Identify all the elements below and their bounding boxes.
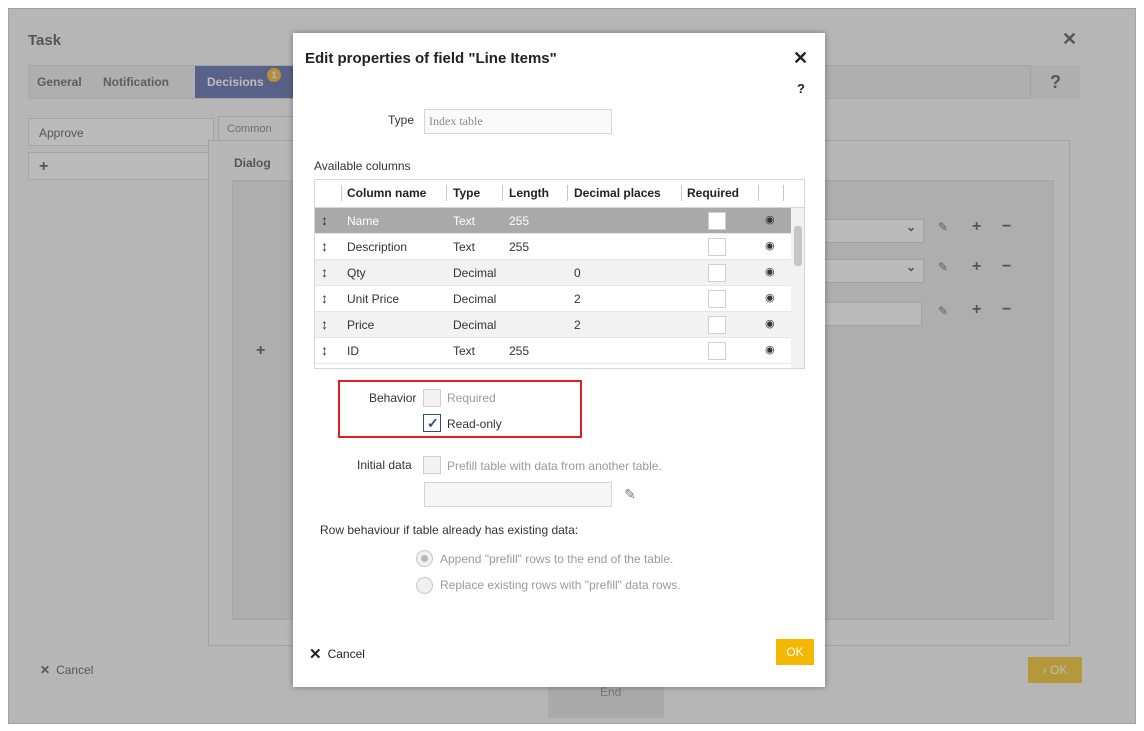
eye-icon[interactable]: ◉ [765, 213, 775, 226]
scrollbar-thumb[interactable] [794, 226, 802, 266]
cell-name: Unit Price [347, 292, 400, 306]
cell-name: Name [347, 214, 380, 228]
pencil-icon[interactable]: ✎ [619, 482, 641, 506]
append-option-label: Append "prefill" rows to the end of the … [440, 552, 674, 566]
required-checkbox[interactable] [708, 264, 726, 282]
modal-title: Edit properties of field "Line Items" [305, 50, 557, 67]
table-row[interactable]: ↕ Name Text 255 ◉ [315, 208, 791, 234]
header-type: Type [453, 186, 481, 200]
table-row[interactable]: ↕ ID Text 255 ◉ [315, 338, 791, 364]
eye-icon[interactable]: ◉ [765, 343, 775, 356]
header-decimal-places: Decimal places [574, 186, 661, 200]
grid-scrollbar[interactable] [791, 208, 804, 368]
drag-handle-icon[interactable]: ↕ [321, 238, 328, 254]
cell-type: Text [453, 240, 476, 254]
close-icon[interactable]: ✕ [793, 48, 808, 69]
required-checkbox[interactable] [708, 212, 726, 230]
required-checkbox[interactable] [708, 342, 726, 360]
cell-type: Text [453, 214, 476, 228]
cell-length: 255 [509, 344, 530, 358]
prefill-source-input[interactable] [424, 482, 612, 507]
readonly-option-label: Read-only [447, 417, 502, 431]
cell-type: Decimal [453, 318, 497, 332]
drag-handle-icon[interactable]: ↕ [321, 342, 328, 358]
required-option-label: Required [447, 391, 496, 405]
table-row[interactable]: ↕ Qty Decimal 0 ◉ [315, 260, 791, 286]
row-behaviour-label: Row behaviour if table already has exist… [320, 523, 579, 537]
cell-decimal: 2 [574, 318, 581, 332]
header-column-name: Column name [347, 186, 427, 200]
cell-decimal: 0 [574, 266, 581, 280]
cell-name: Description [347, 240, 408, 254]
replace-option-label: Replace existing rows with "prefill" dat… [440, 578, 681, 592]
required-checkbox[interactable] [708, 316, 726, 334]
help-icon[interactable]: ? [797, 81, 805, 96]
cell-length: 255 [509, 240, 530, 254]
grid-header: Column name Type Length Decimal places R… [315, 180, 804, 208]
ok-button[interactable]: OK [776, 639, 814, 665]
cell-decimal: 2 [574, 292, 581, 306]
available-columns-label: Available columns [314, 159, 411, 173]
drag-handle-icon[interactable]: ↕ [321, 316, 328, 332]
required-checkbox[interactable] [423, 389, 441, 407]
required-checkbox[interactable] [708, 290, 726, 308]
prefill-checkbox[interactable] [423, 456, 441, 474]
drag-handle-icon[interactable]: ↕ [321, 212, 328, 228]
close-icon: ✕ [309, 646, 322, 663]
cell-type: Decimal [453, 292, 497, 306]
cell-type: Text [453, 344, 476, 358]
cell-name: Qty [347, 266, 366, 280]
type-field: Index table [424, 109, 612, 134]
cancel-button[interactable]: ✕ Cancel [309, 645, 365, 663]
eye-icon[interactable]: ◉ [765, 265, 775, 278]
initial-data-label: Initial data [357, 458, 412, 472]
replace-radio[interactable] [416, 577, 433, 594]
cancel-label: Cancel [327, 647, 365, 661]
cell-name: Price [347, 318, 375, 332]
eye-icon[interactable]: ◉ [765, 317, 775, 330]
drag-handle-icon[interactable]: ↕ [321, 290, 328, 306]
table-row[interactable]: ↕ Description Text 255 ◉ [315, 234, 791, 260]
append-radio[interactable] [416, 550, 433, 567]
radio-selected-dot [421, 555, 428, 562]
table-row[interactable]: ↕ Unit Price Decimal 2 ◉ [315, 286, 791, 312]
eye-icon[interactable]: ◉ [765, 291, 775, 304]
checkmark-icon: ✓ [427, 415, 439, 431]
header-length: Length [509, 186, 549, 200]
table-row[interactable]: ↕ Price Decimal 2 ◉ [315, 312, 791, 338]
type-label: Type [388, 113, 415, 127]
cell-type: Decimal [453, 266, 497, 280]
drag-handle-icon[interactable]: ↕ [321, 264, 328, 280]
required-checkbox[interactable] [708, 238, 726, 256]
readonly-checkbox[interactable]: ✓ [423, 414, 441, 432]
prefill-option-label: Prefill table with data from another tab… [447, 459, 662, 473]
edit-properties-modal: Edit properties of field "Line Items" ✕ … [293, 33, 825, 687]
header-required: Required [687, 186, 740, 200]
columns-grid: Column name Type Length Decimal places R… [314, 179, 805, 369]
cell-length: 255 [509, 214, 530, 228]
behavior-label: Behavior [369, 391, 417, 405]
cell-name: ID [347, 344, 359, 358]
eye-icon[interactable]: ◉ [765, 239, 775, 252]
